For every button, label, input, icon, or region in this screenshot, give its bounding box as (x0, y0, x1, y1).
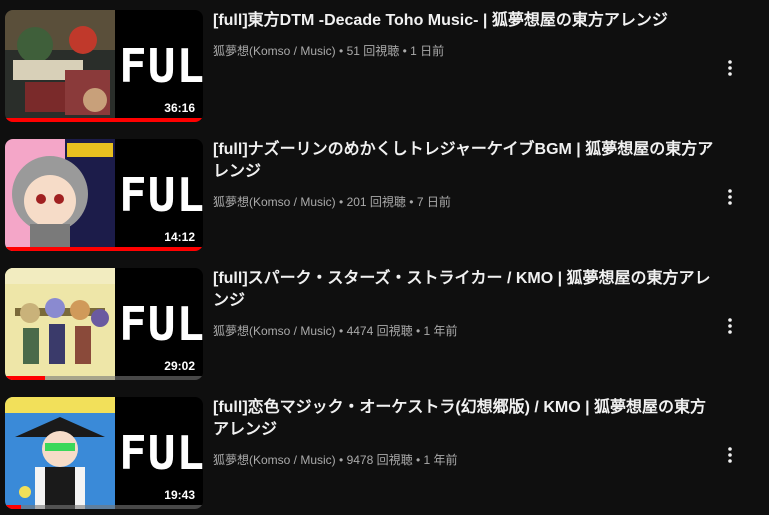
meta-separator: • (339, 44, 347, 58)
video-title[interactable]: [full]東方DTM -Decade Toho Music- | 狐夢想屋の東… (213, 10, 718, 32)
video-item[interactable]: FULL 29:02 [full]スパーク・スターズ・ストライカー / KMO … (0, 268, 769, 384)
thumbnail-artwork (5, 397, 115, 509)
duration-badge: 14:12 (160, 229, 199, 245)
more-actions-button[interactable] (718, 314, 742, 338)
video-meta: 狐夢想(Komso / Music) • 4474 回視聴 • 1 年前 (213, 322, 458, 339)
meta-separator: • (339, 195, 347, 209)
watch-progress-bar (5, 505, 203, 509)
more-vertical-icon (728, 318, 732, 334)
video-item[interactable]: FULL 19:43 [full]恋色マジック・オーケストラ(幻想郷版) / K… (0, 397, 769, 513)
thumbnail-artwork (5, 139, 115, 251)
duration-badge: 36:16 (160, 100, 199, 116)
watch-progress-fill (5, 505, 21, 509)
video-title[interactable]: [full]恋色マジック・オーケストラ(幻想郷版) / KMO | 狐夢想屋の東… (213, 397, 718, 441)
watch-progress-fill (5, 118, 203, 122)
full-overlay-text: FULL (119, 39, 203, 93)
more-actions-button[interactable] (718, 56, 742, 80)
watch-progress-bar (5, 376, 203, 380)
upload-age: 1 日前 (410, 44, 445, 58)
video-thumbnail[interactable]: FULL 14:12 (5, 139, 203, 251)
thumbnail-artwork (5, 268, 115, 380)
upload-age: 7 日前 (416, 195, 451, 209)
watch-progress-fill (5, 247, 203, 251)
channel-name[interactable]: 狐夢想(Komso / Music) (213, 453, 336, 467)
video-title[interactable]: [full]スパーク・スターズ・ストライカー / KMO | 狐夢想屋の東方アレ… (213, 268, 718, 312)
thumbnail-artwork (5, 10, 115, 122)
upload-age: 1 年前 (423, 324, 458, 338)
more-actions-button[interactable] (718, 443, 742, 467)
view-count: 201 回視聴 (346, 195, 406, 209)
channel-name[interactable]: 狐夢想(Komso / Music) (213, 324, 336, 338)
view-count: 51 回視聴 (346, 44, 400, 58)
meta-separator: • (339, 324, 347, 338)
meta-separator: • (339, 453, 347, 467)
channel-name[interactable]: 狐夢想(Komso / Music) (213, 44, 336, 58)
full-overlay-text: FULL (119, 297, 203, 351)
channel-name[interactable]: 狐夢想(Komso / Music) (213, 195, 336, 209)
duration-badge: 19:43 (160, 487, 199, 503)
video-thumbnail[interactable]: FULL 36:16 (5, 10, 203, 122)
video-meta: 狐夢想(Komso / Music) • 9478 回視聴 • 1 年前 (213, 451, 458, 468)
video-list: FULL 36:16 [full]東方DTM -Decade Toho Musi… (0, 0, 769, 515)
more-vertical-icon (728, 189, 732, 205)
duration-badge: 29:02 (160, 358, 199, 374)
more-vertical-icon (728, 60, 732, 76)
more-vertical-icon (728, 447, 732, 463)
meta-separator: • (409, 195, 417, 209)
full-overlay-text: FULL (119, 426, 203, 480)
upload-age: 1 年前 (423, 453, 458, 467)
watch-progress-bar (5, 118, 203, 122)
video-title[interactable]: [full]ナズーリンのめかくしトレジャーケイブBGM | 狐夢想屋の東方アレン… (213, 139, 718, 183)
video-meta: 狐夢想(Komso / Music) • 51 回視聴 • 1 日前 (213, 42, 444, 59)
video-item[interactable]: FULL 36:16 [full]東方DTM -Decade Toho Musi… (0, 10, 769, 126)
more-actions-button[interactable] (718, 185, 742, 209)
view-count: 4474 回視聴 (346, 324, 413, 338)
watch-progress-fill (5, 376, 45, 380)
video-item[interactable]: FULL 14:12 [full]ナズーリンのめかくしトレジャーケイブBGM |… (0, 139, 769, 255)
meta-separator: • (415, 324, 424, 338)
meta-separator: • (415, 453, 424, 467)
video-thumbnail[interactable]: FULL 29:02 (5, 268, 203, 380)
view-count: 9478 回視聴 (346, 453, 413, 467)
video-thumbnail[interactable]: FULL 19:43 (5, 397, 203, 509)
watch-progress-bar (5, 247, 203, 251)
full-overlay-text: FULL (119, 168, 203, 222)
video-meta: 狐夢想(Komso / Music) • 201 回視聴 • 7 日前 (213, 193, 451, 210)
